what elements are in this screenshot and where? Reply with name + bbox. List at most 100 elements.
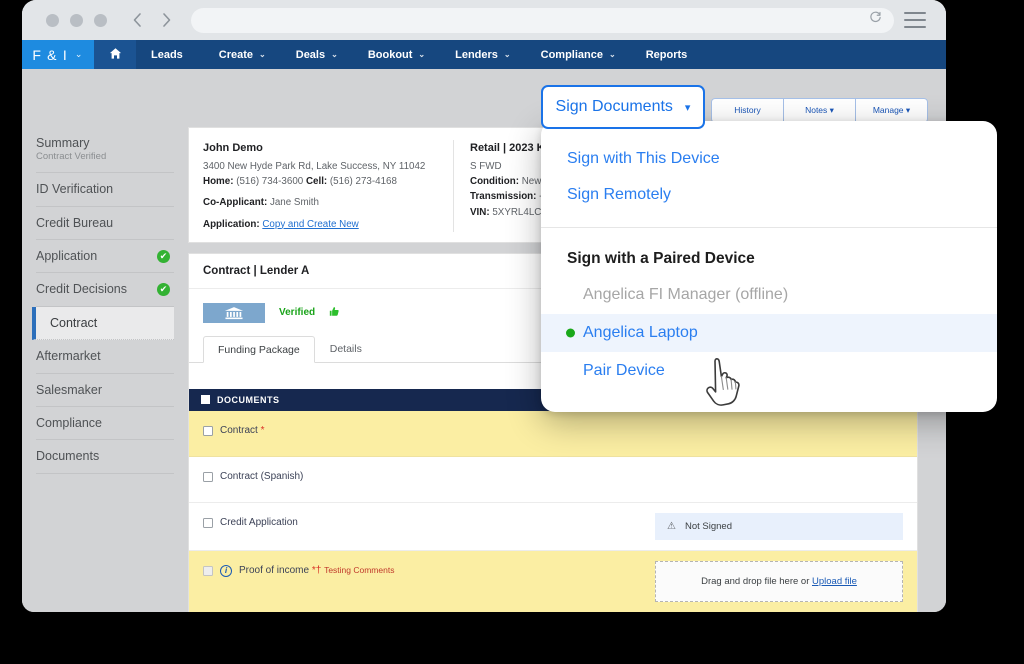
coapplicant-label: Co-Applicant: bbox=[203, 197, 268, 209]
vertical-divider bbox=[453, 140, 454, 232]
sidebar-item-application[interactable]: Application ✔ bbox=[36, 240, 174, 274]
close-window-dot[interactable] bbox=[46, 13, 59, 27]
menu-item-sign-with-this-device[interactable]: Sign with This Device bbox=[541, 141, 997, 177]
cell-phone-label: Cell: bbox=[305, 176, 328, 188]
hamburger-menu-icon[interactable] bbox=[904, 11, 926, 29]
transmission-label: Transmission: bbox=[470, 191, 537, 203]
required-marker: *† bbox=[311, 564, 322, 576]
table-row[interactable]: Contract (Spanish) bbox=[189, 457, 917, 503]
tab-details[interactable]: Details bbox=[315, 335, 377, 362]
applicant-info: John Demo 3400 New Hyde Park Rd, Lake Su… bbox=[203, 140, 453, 232]
sidebar-item-id-verification[interactable]: ID Verification bbox=[36, 173, 174, 207]
check-circle-icon: ✔ bbox=[157, 283, 170, 297]
coapplicant-value: Jane Smith bbox=[269, 197, 319, 209]
nav-label: Create bbox=[218, 48, 254, 61]
nav-label: Deals bbox=[295, 48, 326, 61]
condition-value: New bbox=[521, 176, 542, 188]
sidebar-item-documents[interactable]: Documents bbox=[36, 440, 174, 474]
nav-label: Compliance bbox=[540, 48, 603, 61]
sidebar-label: Credit Bureau bbox=[36, 215, 114, 230]
warning-triangle-icon: ⚠ bbox=[667, 520, 676, 532]
paired-device-heading: Sign with a Paired Device bbox=[567, 250, 755, 267]
copy-and-create-new-link[interactable]: Copy and Create New bbox=[262, 219, 358, 230]
online-status-dot bbox=[566, 328, 575, 338]
thumbs-up-icon bbox=[329, 306, 340, 320]
document-name: Contract * bbox=[220, 424, 265, 436]
upload-file-link[interactable]: Upload file bbox=[812, 576, 857, 587]
required-marker: * bbox=[260, 424, 265, 436]
device-label: Angelica FI Manager (offline) bbox=[583, 286, 789, 303]
table-row[interactable]: i Proof of income *† Testing Comments Dr… bbox=[189, 550, 917, 612]
history-button[interactable]: History bbox=[711, 98, 784, 123]
reload-icon[interactable] bbox=[869, 11, 882, 29]
sidebar-item-credit-bureau[interactable]: Credit Bureau bbox=[36, 207, 174, 241]
applicant-name: John Demo bbox=[203, 142, 263, 154]
status-label: Not Signed bbox=[684, 520, 732, 532]
deal-sidebar: Summary Contract Verified ID Verificatio… bbox=[22, 69, 188, 612]
nav-label: Bookout bbox=[367, 48, 413, 61]
menu-item-device-angelica-laptop[interactable]: Angelica Laptop bbox=[541, 314, 997, 352]
sidebar-label: Aftermarket bbox=[36, 349, 101, 364]
tab-funding-package[interactable]: Funding Package bbox=[203, 335, 315, 363]
document-checkbox[interactable] bbox=[203, 517, 213, 528]
check-circle-icon: ✔ bbox=[157, 249, 170, 263]
info-icon[interactable]: i bbox=[220, 564, 232, 577]
nav-item-deals[interactable]: Deals ⌄ bbox=[281, 40, 353, 69]
nav-home-button[interactable] bbox=[94, 40, 136, 69]
nav-label: Lenders bbox=[455, 48, 498, 61]
coapplicant-row: Co-Applicant: Jane Smith bbox=[203, 195, 443, 210]
verified-status-label: Verified bbox=[279, 307, 316, 319]
manage-button[interactable]: Manage ▾ bbox=[855, 98, 928, 123]
sidebar-item-summary[interactable]: Summary Contract Verified bbox=[36, 127, 174, 174]
table-row[interactable]: Credit Application ⚠ Not Signed bbox=[189, 503, 917, 551]
browser-nav-arrows bbox=[131, 12, 173, 28]
chevron-down-icon: ⌄ bbox=[331, 50, 338, 59]
dropzone-text: Drag and drop file here or bbox=[701, 575, 812, 587]
nav-item-reports[interactable]: Reports bbox=[631, 40, 703, 69]
nav-item-lenders[interactable]: Lenders ⌄ bbox=[440, 40, 526, 69]
maximize-window-dot[interactable] bbox=[94, 13, 107, 27]
document-checkbox[interactable] bbox=[203, 425, 213, 436]
minimize-window-dot[interactable] bbox=[70, 13, 83, 27]
sidebar-item-aftermarket[interactable]: Aftermarket bbox=[36, 340, 174, 374]
sidebar-label: Credit Decisions bbox=[36, 282, 128, 297]
file-dropzone[interactable]: Drag and drop file here or Upload file bbox=[655, 560, 903, 602]
brand-menu[interactable]: F & I ⌄ bbox=[22, 40, 94, 69]
document-checkbox[interactable] bbox=[203, 471, 213, 482]
nav-item-bookout[interactable]: Bookout ⌄ bbox=[353, 40, 440, 69]
document-name: Contract (Spanish) bbox=[220, 470, 304, 482]
address-bar[interactable] bbox=[191, 7, 894, 33]
home-icon bbox=[109, 47, 122, 63]
sidebar-sublabel: Contract Verified bbox=[36, 151, 107, 163]
screenshot-stage: F & I ⌄ Leads Create ⌄ Deals ⌄ Bookout ⌄… bbox=[0, 0, 1024, 664]
back-icon[interactable] bbox=[131, 12, 144, 28]
window-traffic-lights bbox=[46, 13, 107, 27]
vin-label: VIN: bbox=[470, 206, 490, 218]
select-all-checkbox[interactable] bbox=[201, 395, 210, 405]
table-row[interactable]: Contract * bbox=[189, 410, 917, 457]
chevron-down-icon: ⌄ bbox=[418, 50, 426, 59]
sidebar-item-credit-decisions[interactable]: Credit Decisions ✔ bbox=[36, 273, 174, 307]
nav-item-compliance[interactable]: Compliance ⌄ bbox=[526, 40, 631, 69]
nav-item-leads[interactable]: Leads bbox=[136, 40, 204, 69]
forward-icon[interactable] bbox=[160, 12, 173, 28]
menu-item-sign-remotely[interactable]: Sign Remotely bbox=[541, 177, 997, 213]
chevron-down-icon: ⌄ bbox=[259, 50, 266, 59]
notes-button[interactable]: Notes ▾ bbox=[783, 98, 856, 123]
device-label: Pair Device bbox=[583, 362, 665, 379]
sign-documents-dropdown: Sign with This Device Sign Remotely Sign… bbox=[541, 121, 997, 412]
app-navigation-bar: F & I ⌄ Leads Create ⌄ Deals ⌄ Bookout ⌄… bbox=[22, 40, 946, 69]
sidebar-item-contract[interactable]: Contract bbox=[32, 306, 174, 341]
sidebar-label: Contract bbox=[50, 315, 98, 330]
nav-label: Reports bbox=[645, 48, 688, 61]
contract-action-buttons: History Notes ▾ Manage ▾ bbox=[711, 98, 928, 123]
chevron-down-icon: ⌄ bbox=[74, 49, 84, 59]
brand-label: F & I bbox=[32, 46, 68, 63]
chevron-down-icon: ⌄ bbox=[608, 50, 616, 59]
nav-item-create[interactable]: Create ⌄ bbox=[204, 40, 281, 69]
sidebar-item-salesmaker[interactable]: Salesmaker bbox=[36, 374, 174, 407]
document-status-cell: Drag and drop file here or Upload file bbox=[649, 551, 917, 612]
menu-item-pair-device[interactable]: Pair Device bbox=[541, 352, 997, 390]
sign-documents-button[interactable]: Sign Documents ▾ bbox=[541, 85, 705, 129]
sidebar-item-compliance[interactable]: Compliance bbox=[36, 407, 174, 441]
